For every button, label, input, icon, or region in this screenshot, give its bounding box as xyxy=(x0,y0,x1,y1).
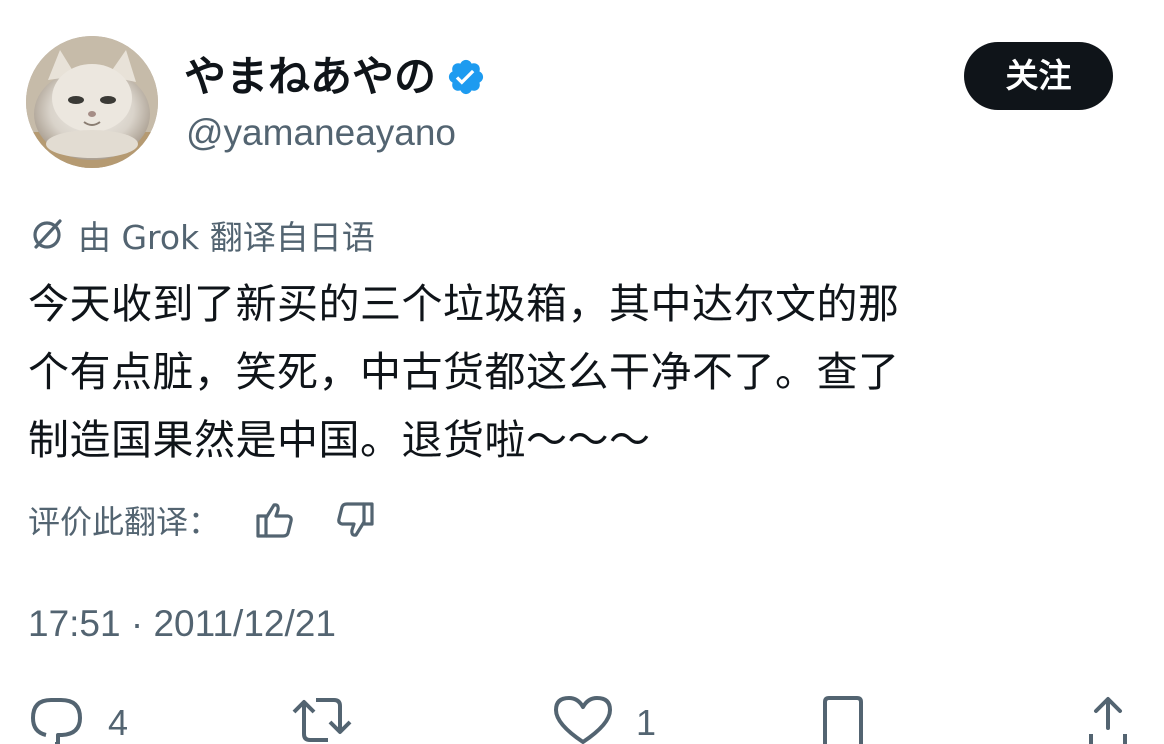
cat-avatar-image xyxy=(26,36,158,168)
thumbs-up-icon[interactable] xyxy=(254,499,296,541)
bookmark-action[interactable] xyxy=(820,694,866,744)
reply-action[interactable]: 4 xyxy=(28,694,128,744)
translation-source-label: 由 Grok 翻译自日语 xyxy=(78,218,375,257)
grok-icon xyxy=(28,216,66,254)
rate-translation-row: 评价此翻译： xyxy=(28,496,376,544)
retweet-action[interactable] xyxy=(290,694,376,744)
like-count: 1 xyxy=(636,702,657,743)
tweet-timestamp[interactable]: 17:51 · 2011/12/21 xyxy=(28,600,336,648)
bookmark-icon xyxy=(823,696,863,744)
verified-badge-icon xyxy=(446,57,486,97)
tweet-text: 今天收到了新买的三个垃圾箱，其中达尔文的那 个有点脏，笑死，中古货都这么干净不了… xyxy=(28,270,1128,474)
tweet-text-line: 个有点脏，笑死，中古货都这么干净不了。查了 xyxy=(28,348,900,396)
user-name-row[interactable]: やまねあやの xyxy=(184,50,486,104)
thumbs-down-icon[interactable] xyxy=(334,499,376,541)
share-action[interactable] xyxy=(1088,694,1128,744)
translation-note: 由 Grok 翻译自日语 xyxy=(28,212,375,258)
display-name[interactable]: やまねあやの xyxy=(184,50,436,104)
share-icon xyxy=(1089,697,1127,744)
rate-translation-label: 评价此翻译： xyxy=(28,503,221,541)
follow-button[interactable]: 关注 xyxy=(964,42,1113,110)
reply-icon xyxy=(30,698,82,744)
tweet-detail: やまねあやの @yamaneayano 关注 由 Grok 翻译自日语 今天收到… xyxy=(0,0,1164,744)
like-action[interactable]: 1 xyxy=(552,694,656,744)
user-handle[interactable]: @yamaneayano xyxy=(186,110,456,156)
heart-icon xyxy=(554,696,612,744)
tweet-text-line: 制造国果然是中国。退货啦～～～ xyxy=(28,416,651,464)
tweet-text-line: 今天收到了新买的三个垃圾箱，其中达尔文的那 xyxy=(28,280,900,328)
retweet-icon xyxy=(292,698,352,742)
reply-count: 4 xyxy=(108,702,129,743)
avatar[interactable] xyxy=(26,36,158,168)
